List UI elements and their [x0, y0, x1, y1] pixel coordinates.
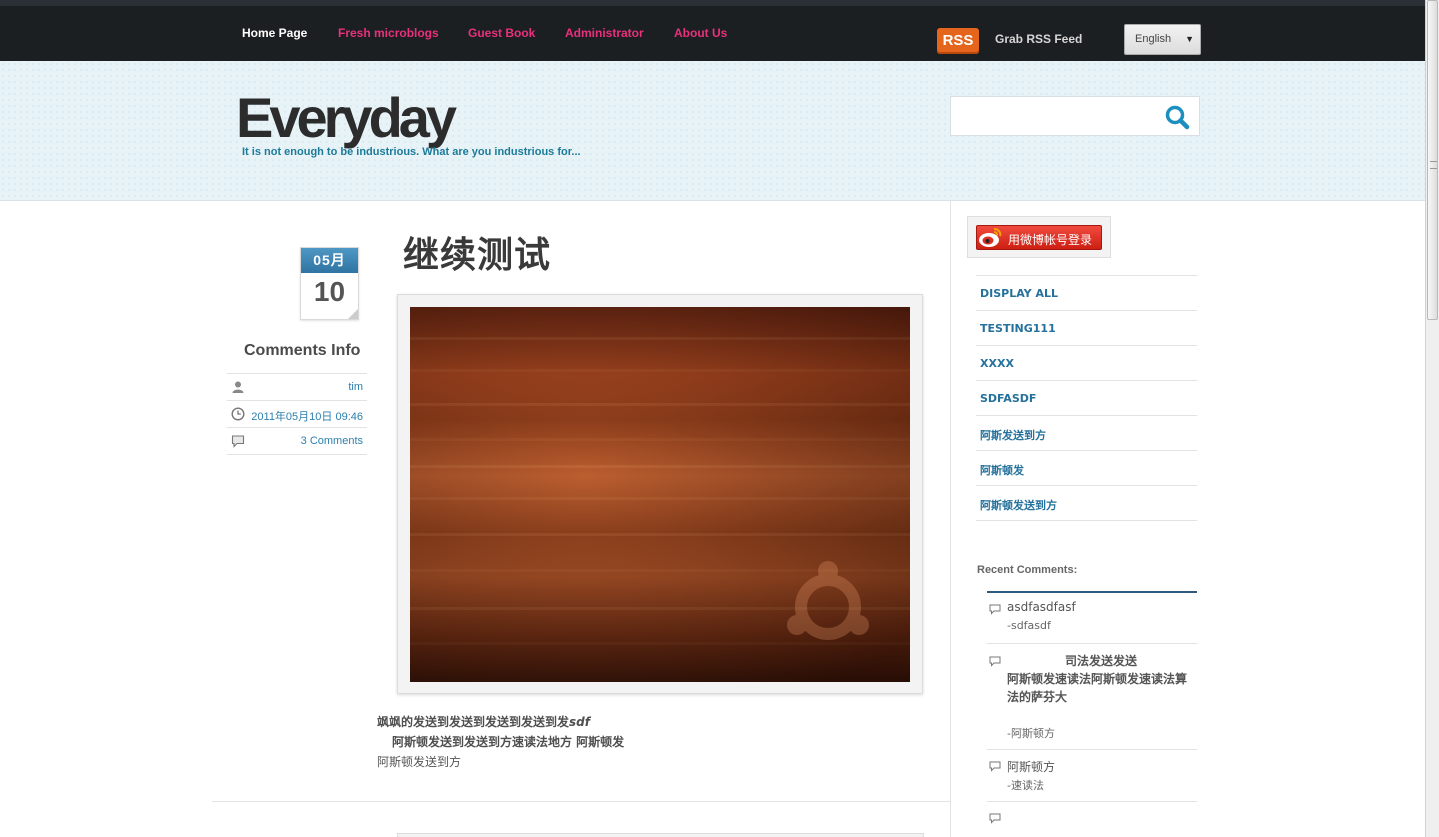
post-body-line-3: 阿斯顿发送到方: [377, 755, 462, 769]
recent-comment-text: 司法发送发送: [1065, 654, 1138, 668]
category-label: DISPLAY ALL: [980, 287, 1059, 300]
weibo-login-box: 用微博帐号登录: [967, 216, 1111, 258]
recent-comments-title: Recent Comments:: [977, 564, 1078, 576]
speech-bubble-icon: [989, 813, 1001, 824]
search-icon[interactable]: [1164, 104, 1190, 130]
next-post-frame: [397, 833, 924, 837]
vertical-scrollbar[interactable]: [1425, 0, 1439, 837]
nav-administrator[interactable]: Administrator: [565, 26, 644, 40]
nav-about-us[interactable]: About Us: [674, 26, 727, 40]
language-select-value: English: [1135, 33, 1172, 45]
divider: [212, 801, 950, 802]
comments-count-link[interactable]: 3 Comments: [301, 435, 363, 447]
post-body-line-1-emphasis: sdf: [569, 715, 590, 729]
nav-guest-book[interactable]: Guest Book: [468, 26, 535, 40]
category-label: TESTING111: [980, 322, 1056, 335]
scrollbar-grip-icon: [1430, 161, 1437, 169]
sidebar-divider: [950, 201, 951, 837]
post-title[interactable]: 继续测试: [403, 226, 551, 278]
recent-comment-text: 阿斯顿方: [1007, 760, 1056, 774]
category-label: XXXX: [980, 357, 1014, 370]
date-badge: 05月 10: [300, 247, 359, 320]
post-image-frame: [397, 294, 923, 694]
category-item-xxxx[interactable]: XXXX: [976, 345, 1197, 380]
category-item-display-all[interactable]: DISPLAY ALL: [976, 275, 1197, 310]
clock-icon: [231, 407, 245, 421]
language-select[interactable]: English ▼: [1124, 24, 1201, 55]
page-fold-corner: [348, 309, 358, 319]
rss-feed-link[interactable]: Grab RSS Feed: [995, 32, 1082, 46]
chevron-down-icon: ▼: [1185, 34, 1194, 44]
nav-fresh-microblogs[interactable]: Fresh microblogs: [338, 26, 439, 40]
category-label: SDFASDF: [980, 392, 1037, 405]
category-label: 阿斯顿发送到方: [980, 499, 1057, 512]
site-header: Everyday It is not enough to be industri…: [0, 61, 1425, 201]
page: Home Page Fresh microblogs Guest Book Ad…: [0, 0, 1439, 837]
category-item-6[interactable]: 阿斯顿发: [976, 450, 1197, 485]
rss-icon[interactable]: RSS: [937, 28, 979, 54]
meta-author-row: tim: [227, 373, 367, 400]
recent-comment-author: -速读法: [1007, 779, 1044, 792]
divider: [227, 454, 367, 455]
speech-bubble-icon: [231, 435, 245, 448]
ubuntu-logo-icon: [787, 561, 869, 640]
divider: [976, 520, 1197, 521]
speech-bubble-icon: [989, 761, 1001, 772]
site-tagline: It is not enough to be industrious. What…: [242, 146, 581, 158]
speech-bubble-icon: [989, 656, 1001, 667]
post-body-line-1-text: 飒飒的发送到发送到发送到发送到发: [377, 715, 570, 729]
recent-comment-text: asdfasdfasf: [1007, 600, 1076, 614]
recent-comment-item[interactable]: asdfasdfasf -sdfasdf: [987, 593, 1197, 644]
meta-date-row: 2011年05月10日 09:46: [227, 400, 367, 427]
weibo-login-label: 用微博帐号登录: [1008, 233, 1093, 247]
category-label: 阿斯发送到方: [980, 429, 1046, 442]
recent-comment-text: 阿斯顿发速读法阿斯顿发速读法算: [1007, 672, 1188, 686]
category-label: 阿斯顿发: [980, 464, 1024, 477]
speech-bubble-icon: [989, 604, 1001, 615]
site-title[interactable]: Everyday: [236, 85, 457, 150]
date-month: 05月: [301, 248, 358, 273]
top-nav-bar: Home Page Fresh microblogs Guest Book Ad…: [0, 0, 1425, 61]
user-icon: [232, 381, 244, 393]
scrollbar-thumb[interactable]: [1427, 0, 1438, 320]
meta-comments-row: 3 Comments: [227, 427, 367, 454]
category-item-5[interactable]: 阿斯发送到方: [976, 415, 1197, 450]
recent-comment-item[interactable]: 司法发送发送 阿斯顿发速读法阿斯顿发速读法算 法的萨芬大 -阿斯顿方: [987, 644, 1197, 750]
recent-comment-text: 法的萨芬大: [1007, 690, 1068, 704]
category-item-sdfasdf[interactable]: SDFASDF: [976, 380, 1197, 415]
category-item-testing111[interactable]: TESTING111: [976, 310, 1197, 345]
post-body-line-1: 飒飒的发送到发送到发送到发送到发sdf: [377, 713, 590, 730]
weibo-icon: [979, 228, 1002, 247]
date-day: 10: [313, 276, 346, 307]
recent-comment-author: -sdfasdf: [1007, 619, 1051, 632]
search-input[interactable]: [959, 105, 1159, 129]
post-image[interactable]: [410, 307, 910, 682]
nav-home-page[interactable]: Home Page: [242, 26, 307, 40]
comments-info-title: Comments Info: [244, 342, 361, 359]
search-box: [950, 96, 1200, 136]
post-body-line-2: 阿斯顿发送到发送到方速读法地方 阿斯顿发: [392, 735, 625, 749]
post-author-link[interactable]: tim: [348, 381, 363, 393]
recent-comment-author: -阿斯顿方: [1007, 727, 1055, 740]
post-datetime[interactable]: 2011年05月10日 09:46: [251, 408, 363, 424]
category-item-7[interactable]: 阿斯顿发送到方: [976, 485, 1197, 520]
recent-comment-item[interactable]: 阿斯顿方 -速读法: [987, 750, 1197, 802]
weibo-login-button[interactable]: 用微博帐号登录: [976, 225, 1102, 250]
